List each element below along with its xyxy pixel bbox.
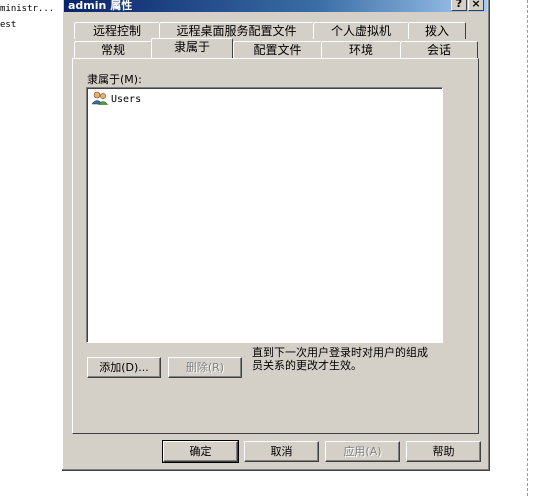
background-text-guest: est — [0, 20, 17, 30]
member-of-label: 隶属于(M): — [87, 73, 142, 86]
remove-button[interactable]: 删除(R) — [168, 357, 242, 378]
help-title-button[interactable]: ? — [451, 0, 467, 11]
tab-general[interactable]: 常规 — [74, 41, 152, 58]
help-button[interactable]: 帮助 — [406, 441, 481, 462]
close-button[interactable]: × — [468, 0, 484, 11]
tab-environment[interactable]: 环境 — [321, 41, 401, 58]
users-group-icon — [91, 91, 109, 108]
tab-personal-virtual-machine[interactable]: 个人虚拟机 — [313, 22, 409, 39]
list-item[interactable]: Users — [91, 91, 142, 108]
ok-button[interactable]: 确定 — [162, 440, 239, 463]
list-item-label: Users — [111, 93, 142, 105]
tab-profile[interactable]: 配置文件 — [233, 41, 322, 58]
tab-remote-desktop-profile[interactable]: 远程桌面服务配置文件 — [159, 22, 314, 39]
background-text-administrator: ministr... — [0, 4, 55, 14]
add-button[interactable]: 添加(D)... — [87, 357, 161, 378]
title-bar[interactable]: admin 属性 ? × — [64, 0, 487, 12]
member-of-list[interactable]: Users — [86, 87, 443, 343]
tab-dial-in[interactable]: 拨入 — [408, 22, 466, 39]
membership-change-note: 直到下一次用户登录时对用户的组成员关系的更改才生效。 — [252, 346, 428, 372]
tab-remote-control[interactable]: 远程控制 — [74, 22, 160, 39]
background-divider — [527, 0, 529, 496]
dialog-title: admin 属性 — [68, 0, 133, 12]
tab-sessions[interactable]: 会话 — [400, 41, 478, 58]
cancel-button[interactable]: 取消 — [244, 441, 319, 462]
tab-member-of[interactable]: 隶属于 — [151, 38, 233, 58]
apply-button[interactable]: 应用(A) — [325, 441, 400, 462]
